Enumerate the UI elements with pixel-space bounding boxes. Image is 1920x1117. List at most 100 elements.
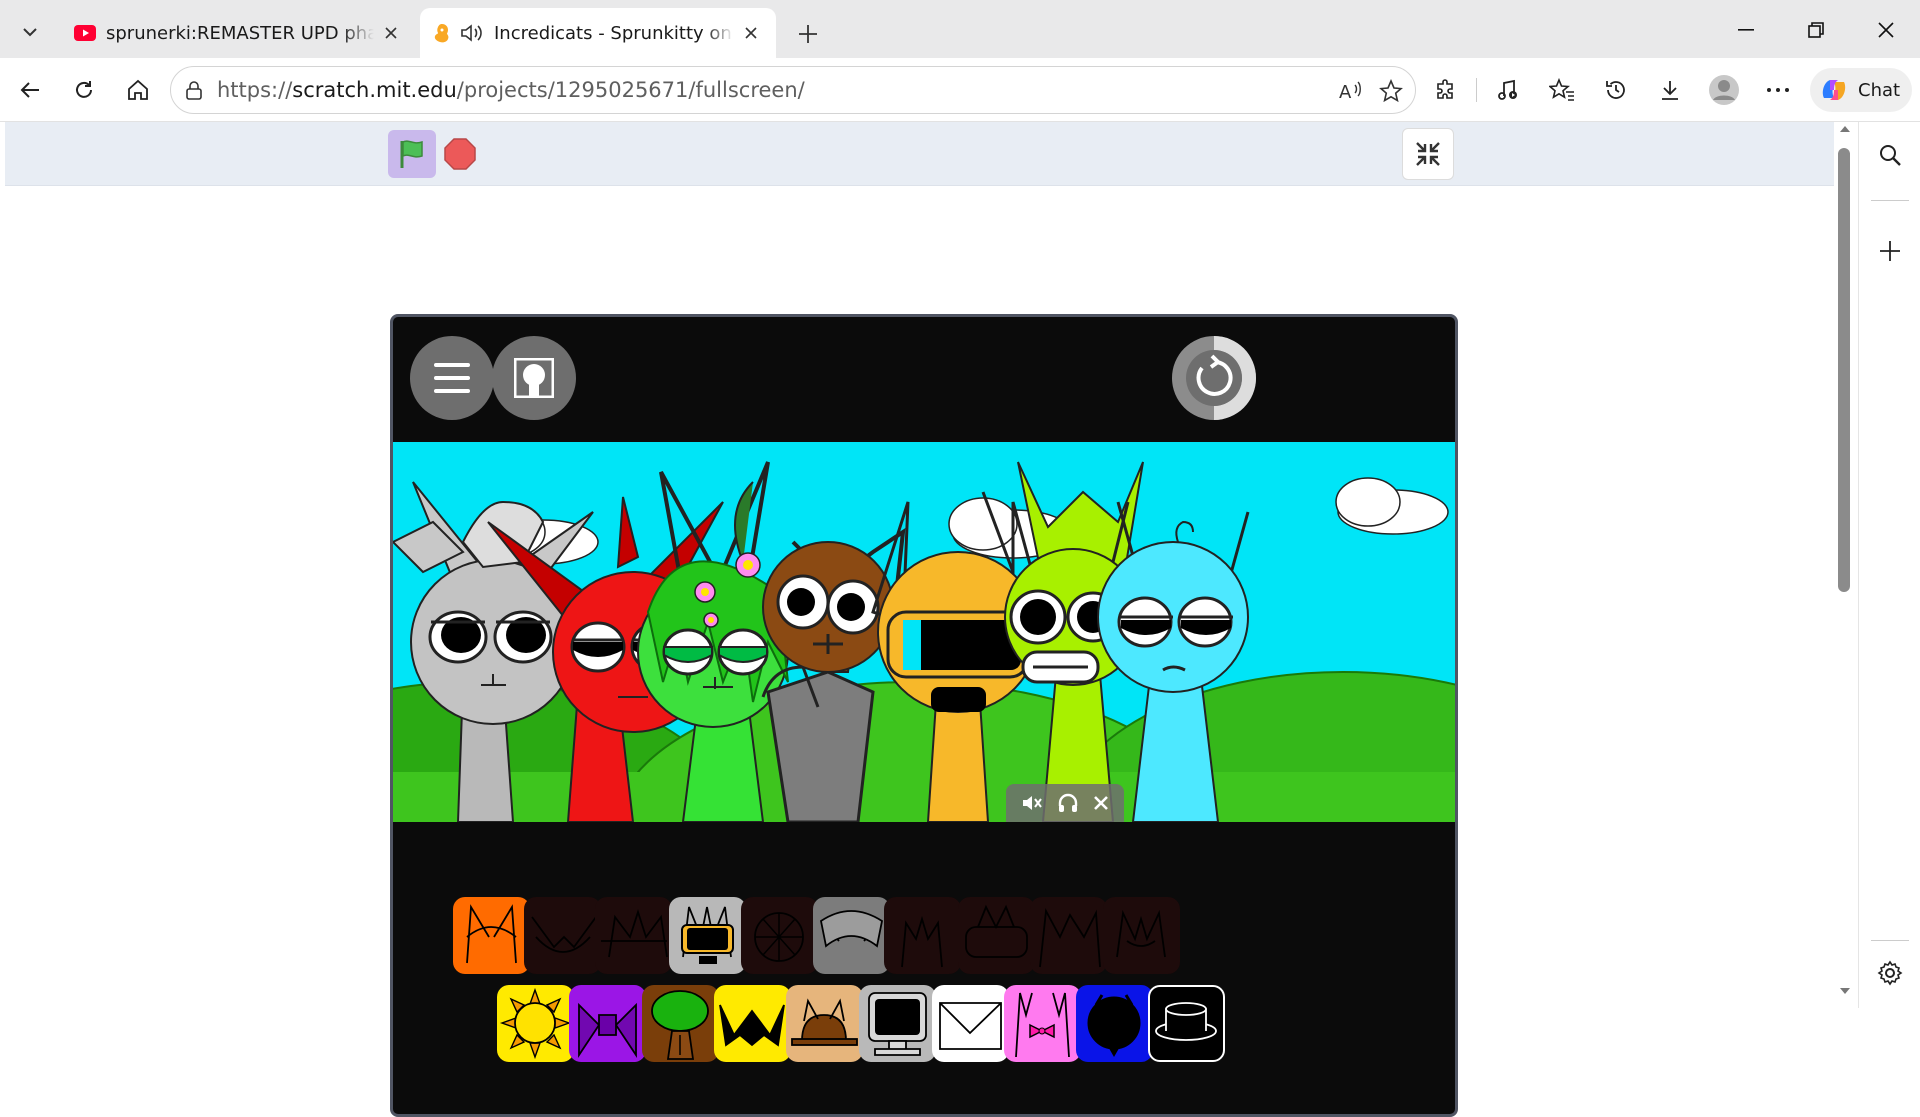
mute-icon[interactable] [1021,793,1043,813]
stage-controls-bar [5,122,1837,186]
site-info-icon[interactable] [183,80,205,102]
speaker-icon[interactable] [460,23,484,43]
orange-cat-icon[interactable] [453,897,530,974]
tree-icon[interactable] [642,985,719,1062]
headphones-icon[interactable] [1057,792,1079,814]
reset-icon [1186,336,1256,420]
close-tab-icon[interactable] [380,22,402,44]
download-icon [1662,81,1678,100]
toolbar-divider [1476,78,1477,102]
blue-badge-icon[interactable] [1076,985,1153,1062]
minimize-button[interactable] [1718,4,1774,56]
music-note-icon [1498,79,1517,100]
dark-icon-10[interactable] [1103,897,1180,974]
more-menu-button[interactable] [1758,70,1798,110]
tab-title: sprunerki:REMASTER UPD phase 2 [106,22,374,44]
dark-icon-9[interactable] [1030,897,1107,974]
chevron-down-icon [23,28,37,37]
ellipsis-icon [1767,88,1789,92]
sidebar-add-button[interactable] [1869,230,1911,272]
dark-icon-7[interactable] [884,897,961,974]
stop-sign-icon [444,138,476,170]
restore-button[interactable] [1788,4,1844,56]
sidebar-settings-button[interactable] [1869,952,1911,994]
dark-icon-5[interactable] [741,897,818,974]
copilot-label: Chat [1858,79,1901,101]
tab-youtube[interactable]: sprunerki:REMASTER UPD phase 2 [60,8,416,58]
plus-icon [799,25,817,43]
new-tab-button[interactable] [788,14,828,54]
home-button[interactable] [118,70,158,110]
browser-sidebar [1858,122,1920,1008]
favorites-button[interactable] [1542,70,1582,110]
exit-fullscreen-button[interactable] [1402,128,1454,180]
close-tab-icon[interactable] [740,22,762,44]
computer-icon[interactable] [859,985,936,1062]
sun-icon[interactable] [497,985,574,1062]
search-icon [1880,145,1901,166]
reload-icon [76,81,92,98]
hamburger-icon [434,363,470,393]
downloads-button[interactable] [1650,70,1690,110]
tab-title: Incredicats - Sprunkitty on Scratch [494,22,734,44]
reset-button[interactable] [1172,336,1256,420]
scroll-up-icon[interactable] [1839,124,1851,134]
purple-bow-icon[interactable] [569,985,646,1062]
gear-icon [1877,960,1903,986]
dark-icon-8[interactable] [958,897,1035,974]
favorites-list-icon [1549,78,1574,101]
scratch-fullscreen-page [5,122,1837,1117]
exit-fullscreen-icon [1416,142,1440,166]
gray-visor-icon[interactable] [669,897,746,974]
green-flag-button[interactable] [388,130,436,178]
project-stage[interactable] [390,314,1458,1117]
profile-button[interactable] [1704,70,1744,110]
sidebar-search-button[interactable] [1869,134,1911,176]
tab-strip: sprunerki:REMASTER UPD phase 2 Incredica… [0,0,1920,58]
browser-toolbar: https://scratch.mit.edu/projects/1295025… [0,58,1920,122]
character-scene [393,442,1455,822]
copilot-chat-button[interactable]: Chat [1810,68,1912,112]
character-button[interactable] [492,336,576,420]
copilot-icon [1822,80,1846,100]
avatar-icon [1709,75,1739,105]
media-control-button[interactable] [1488,70,1528,110]
envelope-icon[interactable] [932,985,1009,1062]
menu-button[interactable] [410,336,494,420]
svg-text:A: A [1339,82,1352,103]
close-overlay-icon[interactable] [1093,795,1109,811]
youtube-icon [74,25,96,41]
pink-bow-icon[interactable] [1004,985,1081,1062]
history-button[interactable] [1596,70,1636,110]
favorite-star-icon[interactable] [1379,79,1403,103]
extensions-button[interactable] [1426,70,1466,110]
tab-scratch[interactable]: Incredicats - Sprunkitty on Scratch [420,8,776,58]
tab-actions-button[interactable] [6,10,54,54]
stop-button[interactable] [442,136,478,172]
green-flag-icon [400,140,423,168]
url-text: https://scratch.mit.edu/projects/1295025… [217,78,805,102]
reload-button[interactable] [64,70,104,110]
sidebar-divider [1871,940,1909,941]
back-button[interactable] [10,70,50,110]
back-arrow-icon [20,82,39,98]
gray-ears-icon[interactable] [813,897,890,974]
yellow-ears-icon[interactable] [714,985,791,1062]
home-icon [128,79,148,100]
dark-icon-2[interactable] [524,897,601,974]
history-icon [1606,81,1625,99]
puzzle-icon [1437,79,1453,99]
scratch-icon [434,24,449,43]
audio-overlay-controls [1006,784,1124,822]
scrollbar-thumb[interactable] [1838,148,1850,592]
address-bar[interactable]: https://scratch.mit.edu/projects/1295025… [170,66,1416,114]
read-aloud-icon[interactable]: A [1339,79,1365,103]
close-window-button[interactable] [1858,4,1914,56]
dark-icon-3[interactable] [595,897,672,974]
plus-icon [1880,241,1900,261]
top-hat-icon[interactable] [1148,985,1225,1062]
character-head-icon [514,358,554,398]
hat-tan-icon[interactable] [786,985,863,1062]
sidebar-divider [1871,200,1909,201]
scroll-down-icon[interactable] [1839,986,1851,996]
